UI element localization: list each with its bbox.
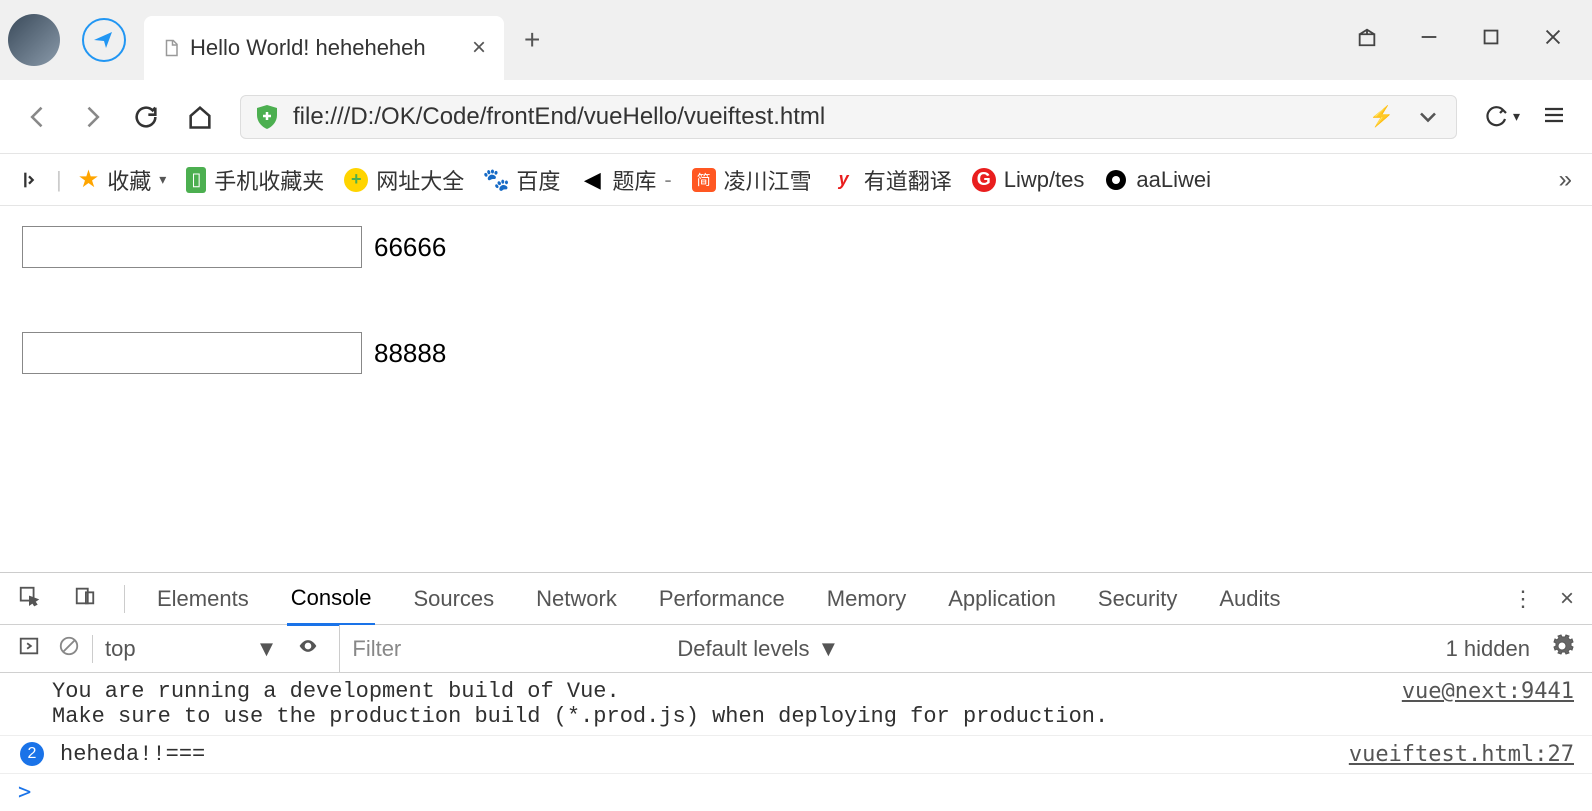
favorites-button[interactable]: ★收藏▾: [78, 164, 167, 196]
filter-input[interactable]: [339, 625, 659, 672]
page-content: 66666 88888: [0, 206, 1592, 458]
console-message: 2 heheda!!=== vueiftest.html:27: [0, 735, 1592, 773]
log-levels-selector[interactable]: Default levels▼: [677, 636, 839, 662]
tab-audits[interactable]: Audits: [1215, 574, 1284, 624]
shield-icon: [255, 104, 279, 130]
maximize-button[interactable]: [1480, 26, 1502, 54]
address-bar[interactable]: file:///D:/OK/Code/frontEnd/vueHello/vue…: [240, 95, 1457, 139]
document-icon: [162, 37, 180, 59]
tab-console[interactable]: Console: [287, 573, 376, 626]
devtools-tabs: Elements Console Sources Network Perform…: [0, 573, 1592, 625]
tab-elements[interactable]: Elements: [153, 574, 253, 624]
close-tab-icon[interactable]: ×: [472, 34, 486, 62]
tab-performance[interactable]: Performance: [655, 574, 789, 624]
bookmark-item-2[interactable]: ◀题库-: [580, 164, 671, 196]
console-output: You are running a development build of V…: [0, 673, 1592, 811]
mobile-favorites[interactable]: ▯手机收藏夹: [186, 164, 324, 196]
settings-icon[interactable]: [1550, 634, 1574, 664]
window-controls: [1356, 26, 1584, 54]
inspect-icon[interactable]: [18, 585, 40, 613]
wardrobe-icon[interactable]: [1356, 26, 1378, 54]
url-text: file:///D:/OK/Code/frontEnd/vueHello/vue…: [293, 103, 825, 131]
dropdown-icon[interactable]: [1414, 103, 1442, 131]
location-icon[interactable]: [82, 18, 126, 62]
eye-icon[interactable]: [295, 636, 321, 662]
forward-button[interactable]: [78, 103, 106, 131]
bookmarks-bar: | ★收藏▾ ▯手机收藏夹 +网址大全 🐾百度 ◀题库- 简凌川江雪 y有道翻译…: [0, 154, 1592, 206]
bookmark-item-6[interactable]: aaLiwei: [1104, 167, 1211, 193]
tab-memory[interactable]: Memory: [823, 574, 910, 624]
message-text: You are running a development build of V…: [52, 679, 1108, 729]
bookmark-item-5[interactable]: GLiwp/tes: [972, 167, 1085, 193]
hidden-count[interactable]: 1 hidden: [1446, 636, 1530, 662]
back-button[interactable]: [24, 103, 52, 131]
message-count: 2: [20, 742, 44, 766]
devtools-more-icon[interactable]: ⋮: [1512, 586, 1534, 612]
reload-button[interactable]: [132, 103, 160, 131]
console-prompt[interactable]: >: [0, 773, 1592, 811]
new-tab-button[interactable]: +: [524, 24, 540, 56]
text-1: 66666: [374, 232, 446, 263]
bookmark-item-1[interactable]: 🐾百度: [484, 164, 560, 196]
bookmarks-overflow[interactable]: »: [1559, 166, 1572, 194]
home-button[interactable]: [186, 103, 214, 131]
tab-network[interactable]: Network: [532, 574, 621, 624]
message-source[interactable]: vue@next:9441: [1402, 679, 1574, 704]
console-sidebar-icon[interactable]: [18, 635, 40, 663]
message-source[interactable]: vueiftest.html:27: [1349, 742, 1574, 767]
device-toggle-icon[interactable]: [74, 585, 96, 613]
browser-tab[interactable]: Hello World! heheheheh ×: [144, 16, 504, 80]
bookmark-item-4[interactable]: y有道翻译: [832, 164, 952, 196]
bookmark-item-3[interactable]: 简凌川江雪: [692, 164, 812, 196]
bookmark-item-0[interactable]: +网址大全: [344, 164, 464, 196]
sidebar-toggle[interactable]: [18, 169, 40, 191]
text-2: 88888: [374, 338, 446, 369]
minimize-button[interactable]: [1418, 26, 1440, 54]
context-selector[interactable]: top▼: [105, 636, 277, 662]
console-message: You are running a development build of V…: [0, 673, 1592, 735]
navigation-bar: file:///D:/OK/Code/frontEnd/vueHello/vue…: [0, 80, 1592, 154]
tab-security[interactable]: Security: [1094, 574, 1181, 624]
tab-sources[interactable]: Sources: [409, 574, 498, 624]
console-toolbar: top▼ Default levels▼ 1 hidden: [0, 625, 1592, 673]
bolt-icon[interactable]: ⚡: [1369, 104, 1394, 129]
close-window-button[interactable]: [1542, 26, 1564, 54]
menu-button[interactable]: [1540, 103, 1568, 130]
undo-button[interactable]: ▾: [1483, 105, 1520, 129]
input-1[interactable]: [22, 226, 362, 268]
devtools-close-icon[interactable]: ×: [1560, 585, 1574, 613]
message-text: heheda!!===: [60, 742, 205, 767]
tab-application[interactable]: Application: [944, 574, 1060, 624]
input-2[interactable]: [22, 332, 362, 374]
clear-console-icon[interactable]: [58, 635, 80, 663]
profile-avatar[interactable]: [8, 14, 60, 66]
tab-title: Hello World! heheheheh: [190, 35, 426, 61]
devtools-panel: Elements Console Sources Network Perform…: [0, 572, 1592, 811]
tab-bar: Hello World! heheheheh × +: [0, 0, 1592, 80]
